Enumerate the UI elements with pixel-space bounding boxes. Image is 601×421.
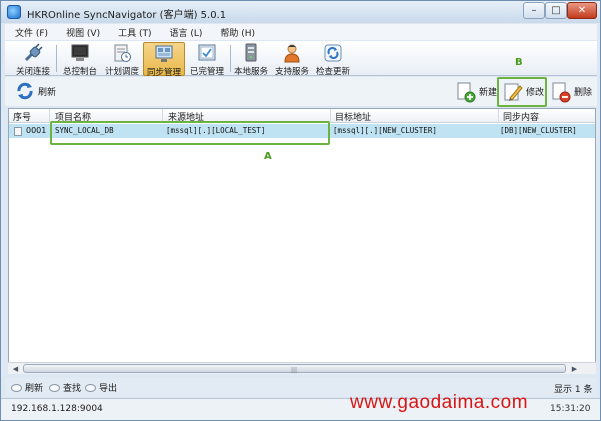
check-update-button[interactable]: 检查更新	[312, 42, 354, 77]
grip-icon: |||	[291, 367, 298, 374]
record-count: 显示 1 条	[554, 385, 593, 395]
sync-manage-icon	[154, 44, 174, 64]
new-document-icon	[457, 82, 476, 102]
cell-sync-content: [DB][NEW_CLUSTER]	[500, 126, 577, 135]
scrollbar-thumb[interactable]: |||	[23, 364, 566, 374]
delete-button[interactable]: 删除	[550, 79, 592, 104]
menu-bar: 文件 (F) 视图 (V) 工具 (T) 语言 (L) 帮助 (H)	[5, 24, 597, 40]
schedule-label: 计划调度	[104, 67, 139, 77]
minimize-button[interactable]: –	[523, 2, 545, 19]
main-toolbar: 关闭连接 总控制台 计划调度 同步管理 已完管理 本地服务 支持服务 检查更新	[5, 41, 597, 78]
menu-language[interactable]: 语言 (L)	[160, 24, 211, 40]
scroll-right-icon[interactable]: ▶	[569, 364, 580, 374]
completed-manage-button[interactable]: 已完管理	[186, 42, 228, 77]
export-label: 导出	[99, 384, 118, 394]
completed-manage-label: 已完管理	[189, 67, 224, 77]
title-bar: HKROnline SyncNavigator (客户端) 5.0.1 – □ …	[1, 1, 600, 23]
export-icon	[85, 383, 96, 392]
plug-icon	[23, 43, 43, 63]
annotation-label-a: A	[264, 151, 272, 162]
local-service-button[interactable]: 本地服务	[231, 42, 271, 77]
new-label: 新建	[479, 88, 498, 98]
refresh-icon	[17, 82, 33, 100]
server-address: 192.168.1.128:9004	[11, 404, 103, 414]
cell-seq: 0001	[26, 126, 47, 135]
new-button[interactable]: 新建	[455, 79, 497, 104]
document-icon	[14, 127, 22, 136]
find-button[interactable]: 查找	[49, 381, 81, 394]
support-service-label: 支持服务	[274, 67, 309, 77]
delete-label: 删除	[574, 88, 593, 98]
support-service-button[interactable]: 支持服务	[272, 42, 312, 77]
console-icon	[70, 43, 90, 63]
status-time: 15:31:20	[550, 404, 591, 414]
refresh-button[interactable]: 刷新	[15, 81, 56, 101]
menu-tools[interactable]: 工具 (T)	[108, 24, 159, 40]
sync-project-table: 序号 项目名称 来源地址 目标地址 同步内容 0001 SYNC_LOCAL_D…	[8, 108, 596, 373]
column-header-target[interactable]: 目标地址	[335, 110, 371, 123]
local-service-label: 本地服务	[233, 67, 268, 77]
window-title: HKROnline SyncNavigator (客户端) 5.0.1	[27, 10, 227, 21]
horizontal-scrollbar[interactable]: ◀ ||| ▶	[8, 362, 596, 374]
menu-file[interactable]: 文件 (F)	[5, 24, 56, 40]
menu-view[interactable]: 视图 (V)	[56, 24, 108, 40]
menu-help[interactable]: 帮助 (H)	[210, 24, 263, 40]
annotation-box-b	[497, 77, 547, 107]
completed-icon	[197, 43, 217, 63]
refresh-icon	[11, 383, 22, 392]
app-logo-icon	[7, 5, 21, 19]
schedule-button[interactable]: 计划调度	[101, 42, 143, 77]
column-divider	[498, 109, 499, 123]
app-window: HKROnline SyncNavigator (客户端) 5.0.1 – □ …	[0, 0, 601, 421]
cell-target-address: [mssql][.][NEW_CLUSTER]	[333, 126, 437, 135]
search-icon	[49, 383, 60, 392]
annotation-box-a	[50, 121, 330, 145]
column-divider	[330, 109, 331, 123]
export-button[interactable]: 导出	[85, 381, 117, 394]
maximize-button[interactable]: □	[545, 2, 567, 19]
check-update-label: 检查更新	[315, 67, 350, 77]
close-button[interactable]: ✕	[567, 2, 597, 19]
update-icon	[323, 43, 343, 63]
scroll-left-icon[interactable]: ◀	[10, 364, 21, 374]
sync-manage-button[interactable]: 同步管理	[143, 42, 185, 78]
refresh-label: 刷新	[38, 87, 57, 98]
console-label: 总控制台	[62, 67, 97, 77]
toolbar-divider	[56, 45, 57, 72]
console-button[interactable]: 总控制台	[60, 42, 100, 77]
watermark: www.gaodaima.com	[350, 392, 529, 413]
bottom-refresh-button[interactable]: 刷新	[11, 381, 43, 394]
schedule-icon	[112, 43, 132, 63]
column-header-content[interactable]: 同步内容	[503, 110, 539, 123]
bottom-refresh-label: 刷新	[25, 384, 44, 394]
close-connection-button[interactable]: 关闭连接	[13, 42, 53, 77]
close-connection-label: 关闭连接	[15, 67, 50, 77]
column-header-seq[interactable]: 序号	[13, 110, 31, 123]
annotation-label-b: B	[515, 57, 523, 68]
delete-document-icon	[552, 82, 571, 102]
support-person-icon	[282, 43, 302, 63]
server-icon	[241, 43, 261, 63]
find-label: 查找	[63, 384, 82, 394]
